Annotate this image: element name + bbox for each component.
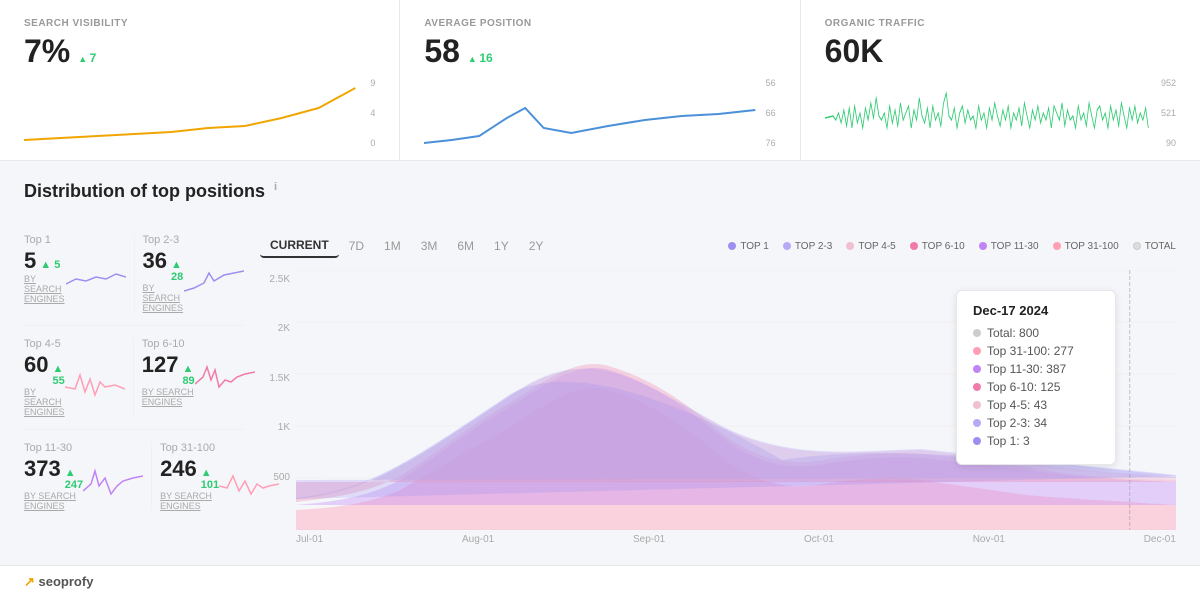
- top31-100-change: ▲ 101: [201, 467, 219, 491]
- legend-top6-10: TOP 6-10: [910, 241, 965, 252]
- y-axis: 2.5K 2K 1.5K 1K 500: [260, 270, 296, 545]
- tooltip-top1: Top 1: 3: [973, 434, 1099, 448]
- top4-5-label: Top 4-5: [24, 338, 125, 350]
- average-position-chart: 566676: [424, 78, 775, 148]
- tooltip-dot-top2-3: [973, 419, 981, 427]
- top2-3-change: ▲ 28: [171, 259, 184, 283]
- search-visibility-chart: 940: [24, 78, 375, 148]
- average-position-label: AVERAGE POSITION: [424, 18, 775, 29]
- tooltip-top11-30: Top 11-30: 387: [973, 362, 1099, 376]
- top31-100-value: 246: [160, 456, 197, 482]
- tooltip-dot-total: [973, 329, 981, 337]
- chart-controls: CURRENT 7D 1M 3M 6M 1Y 2Y TOP 1 TOP 2-3: [260, 234, 1176, 258]
- position-cards-container: Top 1 5 ▲ 5 BY SEARCH ENGINES: [24, 234, 244, 545]
- top6-10-sub[interactable]: BY SEARCH ENGINES: [142, 387, 195, 407]
- distribution-section: Distribution of top positions i Top 1 5 …: [0, 161, 1200, 565]
- organic-traffic-label: ORGANIC TRAFFIC: [825, 18, 1176, 29]
- legend-top31-100: TOP 31-100: [1053, 241, 1119, 252]
- chart-legend: TOP 1 TOP 2-3 TOP 4-5 TOP 6-10: [728, 241, 1176, 252]
- organic-traffic-card: ORGANIC TRAFFIC 60K 95252190: [801, 0, 1200, 160]
- search-visibility-label: SEARCH VISIBILITY: [24, 18, 375, 29]
- top4-5-change: ▲ 55: [52, 363, 64, 387]
- btn-current[interactable]: CURRENT: [260, 234, 339, 258]
- top6-10-card: Top 6-10 127 ▲ 89 BY SEARCH ENGINES: [133, 338, 255, 417]
- tooltip-dot-top11-30: [973, 365, 981, 373]
- legend-dot-total: [1133, 242, 1141, 250]
- btn-1y[interactable]: 1Y: [484, 235, 519, 257]
- top11-30-change: ▲ 247: [65, 467, 83, 491]
- legend-dot-top31-100: [1053, 242, 1061, 250]
- top1-label: Top 1: [24, 234, 126, 246]
- search-visibility-value: 7%: [24, 33, 70, 70]
- organic-traffic-chart: 95252190: [825, 78, 1176, 148]
- tooltip-top4-5: Top 4-5: 43: [973, 398, 1099, 412]
- tooltip-dot-top31-100: [973, 347, 981, 355]
- top1-change: ▲ 5: [40, 259, 60, 271]
- top2-3-value: 36: [143, 248, 167, 274]
- top2-3-sub[interactable]: BY SEARCH ENGINES: [143, 283, 185, 313]
- top1-card: Top 1 5 ▲ 5 BY SEARCH ENGINES: [24, 234, 134, 313]
- average-position-value: 58: [424, 33, 460, 70]
- average-position-card: AVERAGE POSITION 58 16 566676: [400, 0, 800, 160]
- tooltip-top2-3: Top 2-3: 34: [973, 416, 1099, 430]
- top2-3-label: Top 2-3: [143, 234, 245, 246]
- top11-30-sub[interactable]: BY SEARCH ENGINES: [24, 491, 83, 511]
- btn-6m[interactable]: 6M: [447, 235, 484, 257]
- btn-2y[interactable]: 2Y: [519, 235, 554, 257]
- top2-3-mini-chart: [184, 263, 244, 298]
- tooltip-top6-10: Top 6-10: 125: [973, 380, 1099, 394]
- top11-30-card: Top 11-30 373 ▲ 247 BY SEARCH ENGINES: [24, 442, 151, 511]
- brand-logo: ↗ seoprofy: [24, 574, 93, 590]
- tooltip-top31-100: Top 31-100: 277: [973, 344, 1099, 358]
- top4-5-sub[interactable]: BY SEARCH ENGINES: [24, 387, 65, 417]
- top4-5-card: Top 4-5 60 ▲ 55 BY SEARCH ENGINES: [24, 338, 133, 417]
- search-visibility-change: 7: [78, 51, 96, 65]
- legend-top11-30: TOP 11-30: [979, 241, 1039, 252]
- tooltip-dot-top6-10: [973, 383, 981, 391]
- chart-tooltip: Dec-17 2024 Total: 800 Top 31-100: 277: [956, 290, 1116, 465]
- legend-total: TOTAL: [1133, 241, 1176, 252]
- legend-top1: TOP 1: [728, 241, 769, 252]
- top6-10-change: ▲ 89: [182, 363, 194, 387]
- top4-5-value: 60: [24, 352, 48, 378]
- legend-dot-top11-30: [979, 242, 987, 250]
- top1-mini-chart: [66, 259, 126, 294]
- legend-dot-top1: [728, 242, 736, 250]
- tooltip-total: Total: 800: [973, 326, 1099, 340]
- top6-10-label: Top 6-10: [142, 338, 255, 350]
- btn-1m[interactable]: 1M: [374, 235, 411, 257]
- tooltip-date: Dec-17 2024: [973, 303, 1099, 318]
- top6-10-value: 127: [142, 352, 179, 378]
- legend-dot-top6-10: [910, 242, 918, 250]
- top11-30-label: Top 11-30: [24, 442, 143, 454]
- average-position-change: 16: [468, 51, 493, 65]
- info-icon: i: [274, 181, 277, 193]
- legend-dot-top2-3: [783, 242, 791, 250]
- footer: ↗ seoprofy: [0, 565, 1200, 598]
- top11-30-value: 373: [24, 456, 61, 482]
- top11-30-mini-chart: [83, 466, 143, 501]
- legend-top4-5: TOP 4-5: [846, 241, 895, 252]
- btn-3m[interactable]: 3M: [411, 235, 448, 257]
- x-axis-labels: Jul-01 Aug-01 Sep-01 Oct-01 Nov-01 Dec-0…: [296, 530, 1176, 545]
- top4-5-mini-chart: [65, 367, 125, 402]
- tooltip-dot-top1: [973, 437, 981, 445]
- legend-top2-3: TOP 2-3: [783, 241, 832, 252]
- big-chart-container: 2.5K 2K 1.5K 1K 500: [260, 270, 1176, 545]
- legend-dot-top4-5: [846, 242, 854, 250]
- organic-traffic-value: 60K: [825, 33, 884, 70]
- main-chart-area: CURRENT 7D 1M 3M 6M 1Y 2Y TOP 1 TOP 2-3: [244, 234, 1176, 545]
- top31-100-sub[interactable]: BY SEARCH ENGINES: [160, 491, 219, 511]
- top1-value: 5: [24, 248, 36, 274]
- section-title: Distribution of top positions i: [24, 181, 277, 202]
- btn-7d[interactable]: 7D: [339, 235, 374, 257]
- search-visibility-card: SEARCH VISIBILITY 7% 7 940: [0, 0, 400, 160]
- top2-3-card: Top 2-3 36 ▲ 28 BY SEARCH ENGINES: [134, 234, 245, 313]
- tooltip-dot-top4-5: [973, 401, 981, 409]
- top1-sub[interactable]: BY SEARCH ENGINES: [24, 274, 66, 304]
